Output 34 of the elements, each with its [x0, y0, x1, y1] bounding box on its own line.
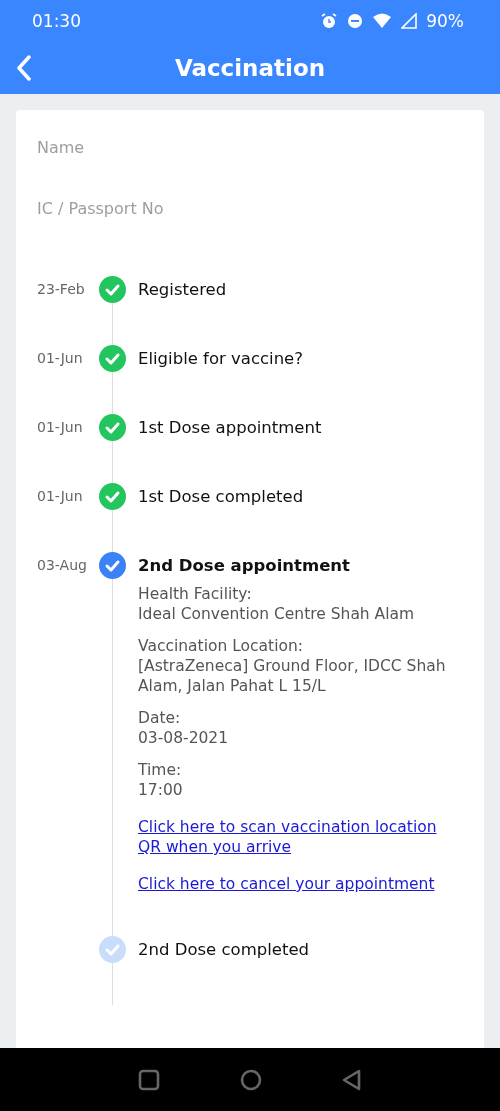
back-icon[interactable]: [342, 1068, 362, 1091]
step-title: 2nd Dose appointment: [138, 555, 351, 577]
step-date: 03-Aug: [37, 557, 87, 573]
wifi-icon: [372, 13, 393, 29]
field-label: Name: [37, 138, 86, 157]
detail-value: 03-08-2021: [138, 728, 230, 748]
link[interactable]: Click here to scan vaccination location QR when you arrive: [138, 817, 460, 857]
step-date: 01-Jun: [37, 419, 83, 435]
home-icon[interactable]: [240, 1068, 262, 1091]
link[interactable]: Click here to cancel your appointment: [138, 874, 460, 894]
detail-label: Date:: [138, 708, 182, 728]
recents-icon[interactable]: [138, 1068, 160, 1091]
detail-label: Health Facility:: [138, 584, 253, 604]
step-date: 01-Jun: [37, 488, 83, 504]
detail-value: [AstraZeneca] Ground Floor, IDCC Shah Alam, Jalan Pahat L 15/L: [138, 656, 447, 696]
alarm-icon: [320, 12, 339, 30]
step-date: 23-Feb: [37, 281, 85, 297]
field-label: IC / Passport No: [37, 199, 165, 218]
detail-label: Time:: [138, 760, 183, 780]
detail-value: 17:00: [138, 780, 184, 800]
battery-percent: 90%: [426, 11, 464, 31]
step-title: 1st Dose appointment: [138, 417, 322, 439]
step-title: Registered: [138, 279, 227, 301]
step-title: 2nd Dose completed: [138, 939, 309, 961]
do-not-disturb-icon: [347, 13, 364, 29]
signal-icon: [401, 13, 418, 29]
back-button[interactable]: [14, 53, 34, 83]
step-title: Eligible for vaccine?: [138, 348, 303, 370]
status-time: 01:30: [32, 11, 81, 31]
step-title: 1st Dose completed: [138, 486, 304, 508]
step-date: 01-Jun: [37, 350, 83, 366]
detail-value: Ideal Convention Centre Shah Alam: [138, 604, 416, 624]
screen-title: Vaccination: [174, 55, 326, 81]
detail-label: Vaccination Location:: [138, 636, 304, 656]
